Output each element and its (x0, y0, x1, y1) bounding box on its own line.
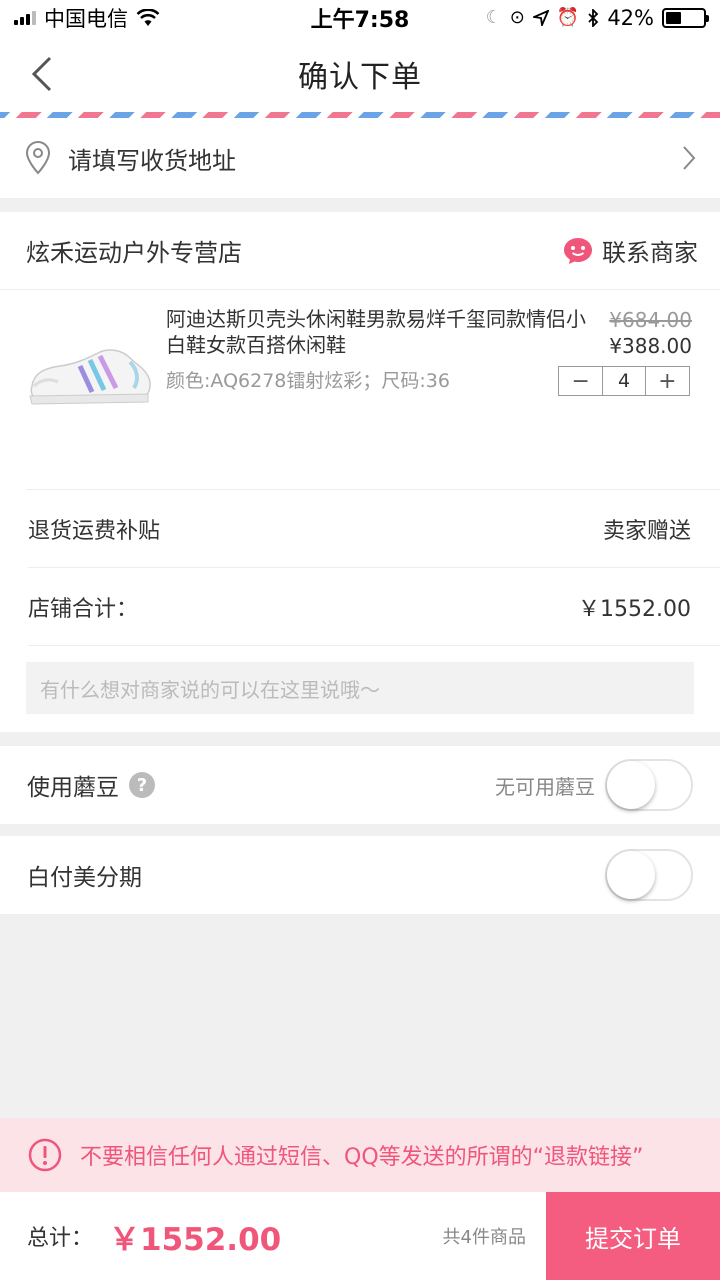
shop-subtotal-row: 店铺合计： ￥1552.00 (28, 568, 720, 646)
battery-percent: 42% (607, 6, 654, 30)
quantity-stepper: − 4 + (558, 366, 690, 396)
contact-merchant-button[interactable]: 联系商家 (562, 233, 698, 268)
back-chevron-icon[interactable] (26, 54, 62, 94)
help-icon[interactable]: ? (129, 772, 155, 798)
item-count: 共4件商品 (442, 1227, 526, 1248)
bluetooth-icon (588, 9, 599, 27)
shop-subtotal-value: ￥1552.00 (578, 596, 691, 622)
submit-order-button[interactable]: 提交订单 (546, 1192, 720, 1280)
mogu-beans-toggle[interactable] (605, 759, 693, 811)
product-original-price: ¥684.00 (609, 308, 692, 332)
shop-name: 炫禾运动户外专营店 (26, 239, 242, 267)
mogu-beans-status: 无可用蘑豆 (495, 774, 595, 799)
alert-circle-icon (28, 1138, 62, 1172)
shop-header: 炫禾运动户外专营店 联系商家 (0, 212, 720, 290)
alarm-icon: ⏰ (556, 7, 580, 28)
contact-merchant-label: 联系商家 (602, 239, 698, 267)
nav-bar: 确认下单 (0, 36, 720, 112)
scam-warning-banner: 不要相信任何人通过短信、QQ等发送的所谓的“退款链接” (0, 1118, 720, 1192)
toggle-knob (607, 761, 655, 809)
mogu-beans-label: 使用蘑豆 (27, 775, 119, 801)
product-image[interactable] (26, 328, 154, 418)
product-spec: 颜色:AQ6278镭射炫彩；尺码:36 (166, 370, 450, 392)
page-title: 确认下单 (298, 60, 422, 95)
moon-icon: ☾ (485, 7, 502, 28)
merchant-note-input[interactable]: 有什么想对商家说的可以在这里说哦～ (26, 662, 694, 714)
return-shipping-label: 退货运费补贴 (28, 518, 161, 544)
mogu-beans-row: 使用蘑豆 ? 无可用蘑豆 (0, 746, 720, 824)
signal-icon (14, 11, 36, 25)
total-label: 总计： (27, 1226, 94, 1251)
chevron-right-icon (683, 146, 696, 170)
status-bar: 中国电信 上午7:58 ☾ ⊙ ⏰ 42% (0, 0, 720, 36)
wifi-icon (136, 9, 160, 26)
product-price: ¥388.00 (609, 334, 692, 358)
installment-label: 白付美分期 (27, 865, 142, 891)
carrier-name: 中国电信 (44, 7, 128, 31)
battery-icon (662, 8, 709, 28)
return-shipping-value: 卖家赠送 (602, 518, 691, 544)
rotation-lock-icon: ⊙ (509, 7, 525, 28)
address-selector[interactable]: 请填写收货地址 (0, 118, 720, 198)
increment-button[interactable]: + (646, 367, 689, 395)
shop-subtotal-label: 店铺合计： (28, 596, 139, 622)
scam-warning-text: 不要相信任何人通过短信、QQ等发送的所谓的“退款链接” (80, 1145, 644, 1170)
product-title: 阿迪达斯贝壳头休闲鞋男款易烊千玺同款情侣小白鞋女款百搭休闲鞋 (166, 307, 586, 357)
total-value: ￥1552.00 (109, 1221, 282, 1258)
location-pin-icon (25, 141, 51, 175)
return-shipping-row: 退货运费补贴 卖家赠送 (28, 490, 720, 568)
address-placeholder: 请填写收货地址 (68, 146, 236, 175)
chat-face-icon (564, 237, 592, 264)
checkout-footer: 总计： ￥1552.00 共4件商品 提交订单 (0, 1192, 720, 1280)
installment-toggle[interactable] (605, 849, 693, 901)
product-item[interactable]: 阿迪达斯贝壳头休闲鞋男款易烊千玺同款情侣小白鞋女款百搭休闲鞋 颜色:AQ6278… (26, 290, 720, 490)
decrement-button[interactable]: − (559, 367, 602, 395)
shop-card: 炫禾运动户外专营店 联系商家 阿迪达斯贝壳头休闲鞋男款易烊千玺同款情侣小白鞋女款… (0, 212, 720, 732)
location-icon (532, 10, 549, 26)
toggle-knob (607, 851, 655, 899)
installment-row: 白付美分期 (0, 836, 720, 914)
quantity-value[interactable]: 4 (602, 367, 646, 395)
